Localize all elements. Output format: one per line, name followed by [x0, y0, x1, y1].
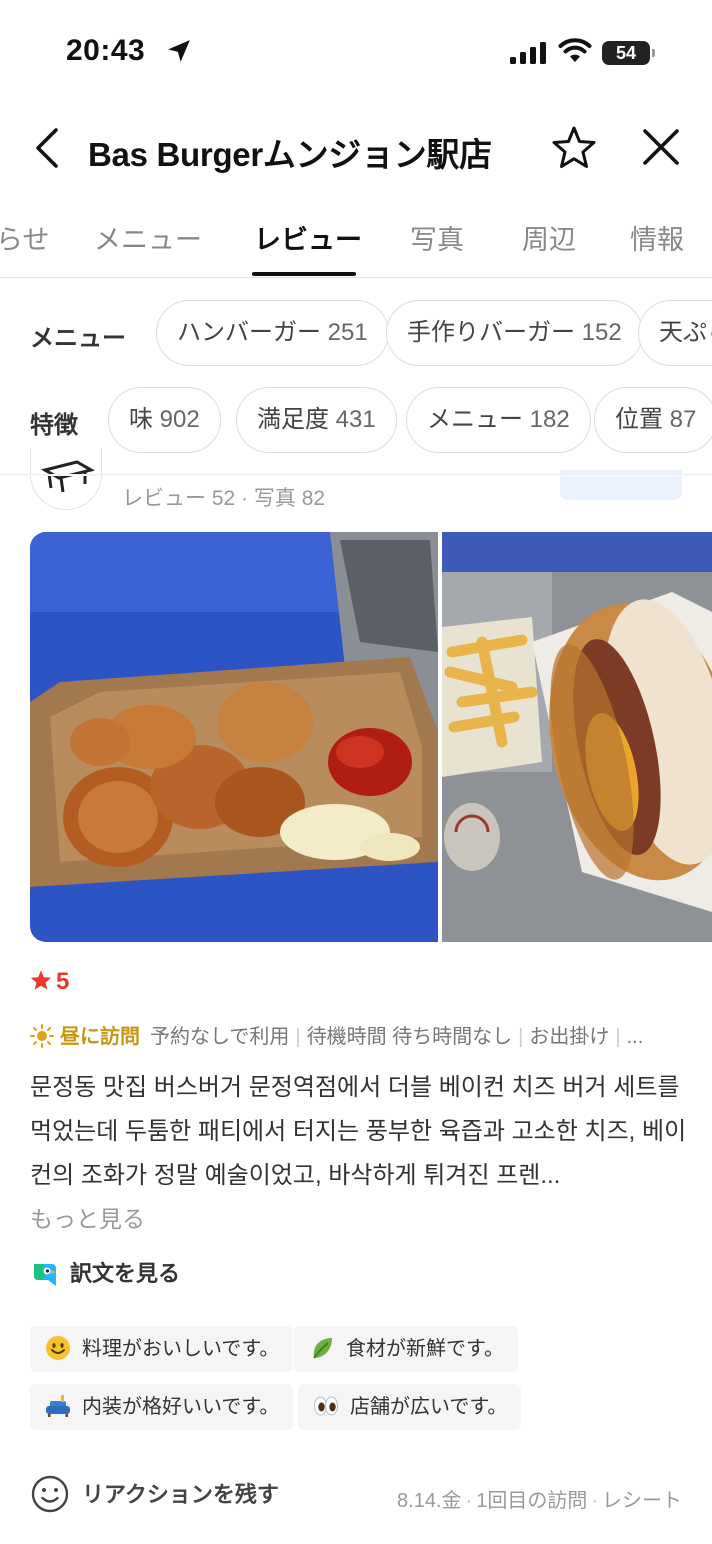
chip-name: 手作りバーガー	[407, 319, 575, 346]
tab-photos[interactable]: 写真	[410, 218, 464, 257]
review-photo-chips[interactable]	[30, 532, 438, 942]
review-tag: 食材が新鮮です。	[294, 1326, 518, 1372]
review-tag: 内装が格好いいです。	[30, 1384, 294, 1430]
chip-name: ハンバーガー	[177, 319, 321, 346]
close-icon[interactable]	[640, 126, 682, 168]
burger-photo-image	[442, 532, 712, 942]
chip-menu[interactable]: メニュー 182	[406, 387, 591, 453]
visit-date: 8.14.金	[397, 1490, 462, 1512]
avatar[interactable]	[30, 448, 102, 510]
tag-label: 食材が新鮮です。	[346, 1338, 504, 1360]
translate-label: 訳文を見る	[70, 1261, 181, 1286]
chips-photo-image	[30, 532, 438, 942]
leave-reaction-button[interactable]: リアクションを残す	[30, 1474, 279, 1514]
active-tab-indicator	[252, 272, 356, 276]
chip-count: 251	[327, 319, 368, 346]
visit-detail: お出掛け	[529, 1026, 610, 1048]
review-footer-meta: 8.14.金 · 1回目の訪問 · レシート	[397, 1490, 682, 1512]
tab-menu[interactable]: メニュー	[94, 218, 202, 257]
sun-icon	[30, 1024, 54, 1048]
smiley-outline-icon	[31, 1475, 69, 1513]
chip-count: 182	[529, 406, 570, 433]
tab-notice[interactable]: らせ	[0, 218, 49, 257]
menu-filter-label: メニュー	[30, 325, 126, 352]
leaf-emoji-icon	[313, 1338, 332, 1359]
review-body: 문정동 맛집 버스버거 문정역점에서 더블 베이컨 치즈 버거 세트를 먹었는데…	[30, 1074, 687, 1189]
eyes-emoji-icon	[314, 1396, 338, 1416]
visit-count: 1回目の訪問	[476, 1490, 588, 1512]
review-tag: 店舗が広いです。	[298, 1384, 522, 1430]
location-arrow-icon	[168, 40, 190, 62]
wifi-icon	[558, 38, 592, 62]
chip-hamburger[interactable]: ハンバーガー 251	[156, 300, 389, 366]
chip-name: メニュー	[427, 406, 523, 433]
tag-label: 料理がおいしいです。	[82, 1338, 280, 1360]
rating-star-icon	[30, 970, 52, 990]
chip-name: 満足度	[257, 406, 329, 433]
review-photos[interactable]	[30, 532, 712, 942]
tab-review[interactable]: レビュー	[254, 218, 362, 257]
smile-emoji-icon	[46, 1336, 70, 1360]
feature-filter-row: 特徴 味 902 満足度 431 メニュー 182 位置 87	[0, 387, 712, 453]
rating-value: 5	[56, 968, 70, 995]
filter-divider	[0, 474, 712, 476]
tag-label: 店舗が広いです。	[350, 1396, 508, 1418]
chip-count: 902	[159, 406, 200, 433]
sofa-emoji-icon	[46, 1395, 70, 1417]
chip-count: 431	[335, 406, 376, 433]
status-bar: 20:43 54	[0, 0, 712, 100]
chip-count: 87	[669, 406, 697, 433]
tag-label: 内装が格好いいです。	[82, 1396, 280, 1418]
visit-detail: 予約なしで利用	[150, 1026, 290, 1048]
tab-info[interactable]: 情報	[630, 218, 684, 257]
chip-name: 味	[129, 406, 153, 433]
visit-detail-more[interactable]: ...	[627, 1026, 644, 1048]
tab-nearby[interactable]: 周辺	[522, 218, 576, 257]
avatar-table-icon	[41, 460, 95, 493]
battery-level: 54	[615, 43, 637, 63]
visit-time: 昼に訪問	[60, 1026, 140, 1048]
reviewer-stats: レビュー 52 · 写真 82	[122, 487, 326, 510]
menu-filter-row: メニュー ハンバーガー 251 手作りバーガー 152 天ぷら	[0, 300, 712, 366]
status-time: 20:43	[66, 34, 146, 67]
chip-count: 152	[581, 319, 622, 346]
page-title: Bas Burgerムンジョン駅店	[88, 136, 492, 173]
chip-tempura[interactable]: 天ぷら	[638, 300, 712, 366]
receipt-badge: レシート	[602, 1490, 682, 1512]
chip-handmade-burger[interactable]: 手作りバーガー 152	[386, 300, 643, 366]
feature-filter-label: 特徴	[30, 412, 78, 439]
reaction-label: リアクションを残す	[82, 1482, 279, 1507]
review-tag: 料理がおいしいです。	[30, 1326, 294, 1372]
see-more-link[interactable]: もっと見る	[30, 1200, 145, 1234]
papago-translate-icon	[34, 1264, 56, 1286]
tab-bar: らせ メニュー レビュー 写真 周辺 情報	[0, 200, 712, 278]
chip-name: 位置	[615, 406, 663, 433]
battery-indicator: 54	[602, 41, 655, 65]
visit-info: 昼に訪問 予約なしで利用 | 待機時間 待ち時間なし | お出掛け |...	[30, 1020, 643, 1049]
translate-button[interactable]: 訳文を見る	[30, 1256, 180, 1288]
chip-location[interactable]: 位置 87	[594, 387, 712, 453]
chip-taste[interactable]: 味 902	[108, 387, 221, 453]
review-photo-burger[interactable]	[442, 532, 712, 942]
visit-detail: 待機時間 待ち時間なし	[306, 1026, 513, 1048]
review-rating: 5	[30, 968, 69, 996]
back-chevron-icon[interactable]	[30, 126, 66, 170]
header: Bas Burgerムンジョン駅店	[0, 100, 712, 200]
favorite-star-icon[interactable]	[550, 124, 598, 172]
chip-satisfaction[interactable]: 満足度 431	[236, 387, 397, 453]
chip-name: 天ぷら	[659, 319, 712, 346]
cellular-signal-icon	[510, 42, 546, 64]
